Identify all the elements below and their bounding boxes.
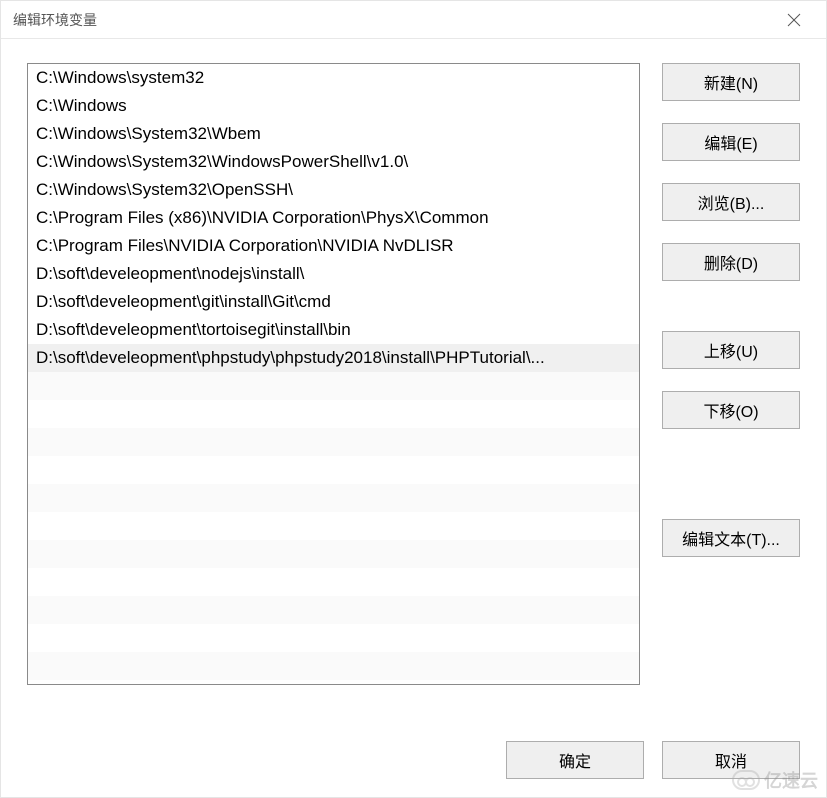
list-item[interactable]: C:\Windows\System32\WindowsPowerShell\v1… (28, 148, 639, 176)
side-button-column: 新建(N) 编辑(E) 浏览(B)... 删除(D) 上移(U) 下移(O) 编… (662, 63, 800, 705)
bottom-button-bar: 确定 取消 亿速云 (1, 723, 826, 797)
list-item-empty (28, 624, 639, 652)
spacer (662, 451, 800, 519)
list-item[interactable]: C:\Windows (28, 92, 639, 120)
new-button[interactable]: 新建(N) (662, 63, 800, 101)
list-item[interactable]: C:\Program Files (x86)\NVIDIA Corporatio… (28, 204, 639, 232)
list-item-empty (28, 540, 639, 568)
list-item-empty (28, 652, 639, 680)
cancel-button[interactable]: 取消 (662, 741, 800, 779)
list-item[interactable]: D:\soft\develeopment\nodejs\install\ (28, 260, 639, 288)
list-item-empty (28, 400, 639, 428)
move-down-button[interactable]: 下移(O) (662, 391, 800, 429)
browse-button[interactable]: 浏览(B)... (662, 183, 800, 221)
environment-variable-dialog: 编辑环境变量 C:\Windows\system32C:\WindowsC:\W… (0, 0, 827, 798)
edit-button[interactable]: 编辑(E) (662, 123, 800, 161)
ok-button[interactable]: 确定 (506, 741, 644, 779)
list-item[interactable]: D:\soft\develeopment\git\install\Git\cmd (28, 288, 639, 316)
list-item-empty (28, 484, 639, 512)
list-item-empty (28, 456, 639, 484)
list-item-empty (28, 372, 639, 400)
list-item[interactable]: D:\soft\develeopment\phpstudy\phpstudy20… (28, 344, 639, 372)
list-item[interactable]: C:\Windows\System32\Wbem (28, 120, 639, 148)
move-up-button[interactable]: 上移(U) (662, 331, 800, 369)
list-item[interactable]: C:\Windows\System32\OpenSSH\ (28, 176, 639, 204)
list-item[interactable]: C:\Program Files\NVIDIA Corporation\NVID… (28, 232, 639, 260)
content-area: C:\Windows\system32C:\WindowsC:\Windows\… (1, 39, 826, 723)
edit-text-button[interactable]: 编辑文本(T)... (662, 519, 800, 557)
close-button[interactable] (774, 5, 814, 35)
list-item[interactable]: D:\soft\develeopment\tortoisegit\install… (28, 316, 639, 344)
list-item-empty (28, 428, 639, 456)
spacer (662, 303, 800, 331)
list-item-empty (28, 512, 639, 540)
list-item-empty (28, 568, 639, 596)
window-title: 编辑环境变量 (13, 10, 97, 30)
delete-button[interactable]: 删除(D) (662, 243, 800, 281)
close-icon (787, 13, 801, 27)
path-listbox[interactable]: C:\Windows\system32C:\WindowsC:\Windows\… (27, 63, 640, 685)
titlebar: 编辑环境变量 (1, 1, 826, 39)
list-item-empty (28, 596, 639, 624)
list-item[interactable]: C:\Windows\system32 (28, 64, 639, 92)
